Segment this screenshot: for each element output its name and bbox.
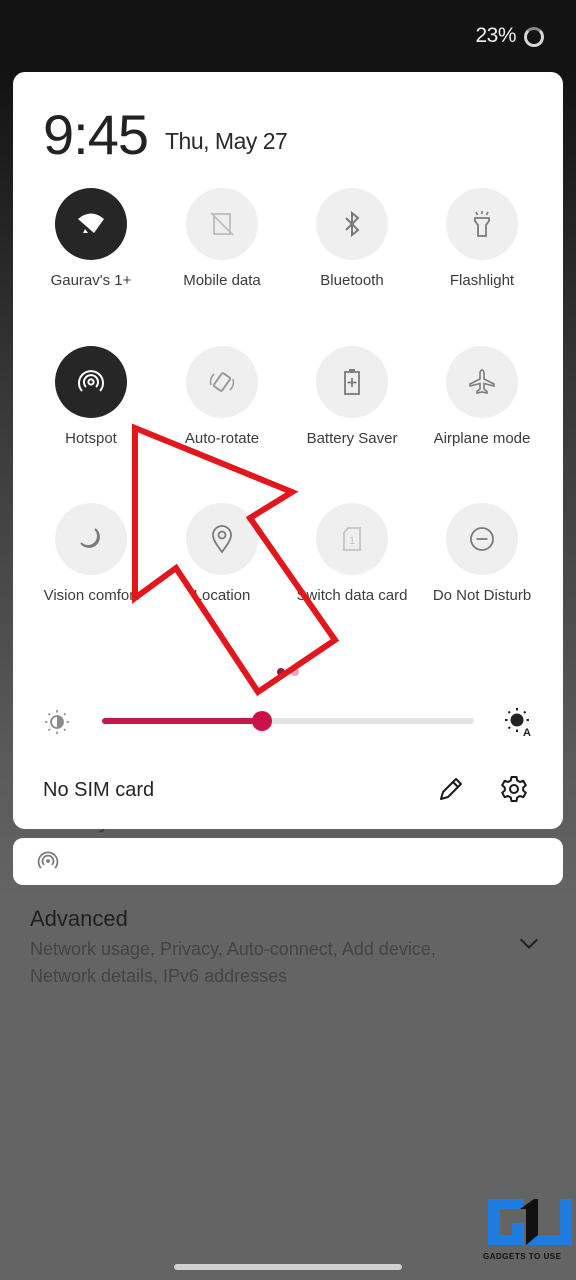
flashlight-icon — [474, 211, 490, 237]
tile-location[interactable]: Location — [157, 503, 287, 633]
tile-bluetooth-button[interactable] — [316, 188, 388, 260]
auto-rotate-icon — [209, 372, 235, 392]
tile-auto-rotate[interactable]: Auto-rotate — [157, 346, 287, 476]
page-dot[interactable] — [291, 668, 299, 676]
battery-percent: 23% — [475, 24, 516, 47]
tile-label: Vision comfort — [43, 587, 139, 604]
sim-card-icon: 1 — [343, 527, 361, 551]
tile-switch-data-card[interactable]: 1 Switch data card — [287, 503, 417, 633]
brightness-low-icon — [45, 710, 69, 734]
mobile-data-off-icon — [210, 212, 234, 236]
gear-icon[interactable] — [499, 774, 529, 804]
pencil-icon[interactable] — [436, 774, 466, 804]
chevron-down-icon[interactable] — [518, 932, 540, 954]
tile-vision-comfort[interactable]: Vision comfort — [26, 503, 156, 633]
tile-label: Hotspot — [65, 430, 117, 447]
tile-wifi-button[interactable] — [55, 188, 127, 260]
page-dot-active[interactable] — [277, 668, 285, 676]
tile-vision-comfort-button[interactable] — [55, 503, 127, 575]
bluetooth-icon — [345, 211, 360, 237]
tile-hotspot-button[interactable] — [55, 346, 127, 418]
tile-label: Bluetooth — [320, 272, 384, 289]
tile-hotspot[interactable]: Hotspot — [26, 346, 156, 476]
hotspot-icon — [78, 370, 104, 392]
tile-label: Airplane mode — [433, 430, 531, 447]
battery-saver-icon — [344, 369, 360, 395]
tile-battery-saver[interactable]: Battery Saver — [287, 346, 417, 476]
tile-label: Gaurav's 1+ — [50, 272, 132, 289]
brightness-slider[interactable] — [102, 711, 474, 731]
hotspot-icon — [37, 851, 59, 869]
tile-flashlight[interactable]: Flashlight — [417, 188, 547, 318]
tile-mobile-data[interactable]: Mobile data — [157, 188, 287, 318]
moon-icon — [80, 528, 100, 548]
tile-airplane-mode-button[interactable] — [446, 346, 518, 418]
gadgets-to-use-logo — [488, 1199, 572, 1245]
battery-ring-icon — [524, 27, 544, 47]
quick-settings-panel: 9:45 Thu, May 27 Gaurav's 1+ Mobile data… — [13, 72, 563, 829]
tile-do-not-disturb-button[interactable] — [446, 503, 518, 575]
tile-label: Location — [193, 587, 251, 604]
tile-location-button[interactable] — [186, 503, 258, 575]
brightness-slider-thumb[interactable] — [251, 711, 272, 731]
tile-mobile-data-button[interactable] — [186, 188, 258, 260]
svg-text:1: 1 — [349, 535, 355, 547]
svg-text:A: A — [523, 727, 531, 738]
tile-battery-saver-button[interactable] — [316, 346, 388, 418]
tile-label: Flashlight — [449, 272, 515, 289]
brightness-auto-icon[interactable]: A — [503, 706, 533, 738]
tile-bluetooth[interactable]: Bluetooth — [287, 188, 417, 318]
tile-airplane-mode[interactable]: Airplane mode — [417, 346, 547, 476]
tile-flashlight-button[interactable] — [446, 188, 518, 260]
tile-do-not-disturb[interactable]: Do Not Disturb — [417, 503, 547, 633]
tile-auto-rotate-button[interactable] — [186, 346, 258, 418]
tile-label: Mobile data — [183, 272, 261, 289]
tile-switch-data-card-button[interactable]: 1 — [316, 503, 388, 575]
page-indicator[interactable] — [277, 668, 307, 678]
tile-wifi[interactable]: Gaurav's 1+ — [26, 188, 156, 318]
advanced-subtitle: Network usage, Privacy, Auto-connect, Ad… — [30, 939, 436, 986]
status-bar: 23% — [0, 0, 576, 72]
tile-label: Do Not Disturb — [432, 587, 532, 604]
brightness-slider-fill — [102, 718, 262, 724]
tile-label: Switch data card — [296, 587, 408, 604]
watermark-text: GADGETS TO USE — [483, 1252, 562, 1261]
tile-label: Auto-rotate — [184, 430, 260, 447]
wifi-icon — [78, 213, 104, 233]
tile-label: Battery Saver — [306, 430, 398, 447]
hotspot-notification[interactable] — [13, 838, 563, 885]
date[interactable]: Thu, May 27 — [165, 128, 288, 155]
sim-status: No SIM card — [43, 779, 155, 801]
navigation-gesture-handle[interactable] — [174, 1264, 402, 1270]
do-not-disturb-icon — [470, 527, 494, 551]
airplane-icon — [469, 369, 495, 394]
clock[interactable]: 9:45 — [43, 102, 149, 167]
advanced-title[interactable]: Advanced — [30, 906, 128, 932]
location-pin-icon — [212, 525, 232, 554]
